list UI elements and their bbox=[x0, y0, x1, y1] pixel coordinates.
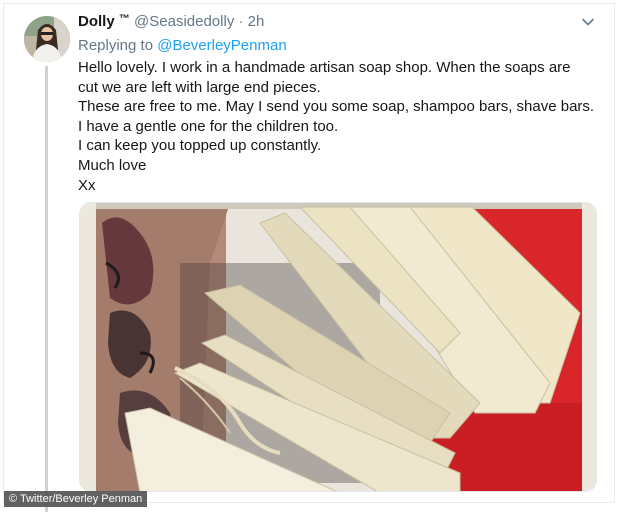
tweet-photo[interactable] bbox=[79, 202, 597, 492]
separator-dot: · bbox=[238, 13, 244, 30]
tweet-line: I have a gentle one for the children too… bbox=[78, 117, 339, 135]
tweet-line: Hello lovely. I work in a handmade artis… bbox=[78, 59, 571, 76]
avatar[interactable] bbox=[24, 16, 70, 62]
tweet-line: Much love bbox=[78, 156, 147, 174]
user-handle[interactable]: @Seasidedolly bbox=[134, 13, 234, 30]
avatar-photo bbox=[24, 16, 70, 62]
tweet-line: I can keep you topped up constantly. bbox=[78, 137, 322, 155]
replying-to-link[interactable]: @BeverleyPenman bbox=[157, 37, 286, 54]
trademark-symbol: ™ bbox=[118, 13, 130, 25]
replying-to-label: Replying to bbox=[78, 37, 154, 54]
replying-to: Replying to @BeverleyPenman bbox=[78, 37, 287, 54]
thread-line bbox=[45, 66, 48, 512]
tweet-line: Xx bbox=[78, 176, 96, 194]
soap-bars-image bbox=[80, 203, 596, 491]
photo-credit: © Twitter/Beverley Penman bbox=[4, 491, 148, 507]
tweet-timestamp[interactable]: 2h bbox=[248, 13, 265, 30]
tweet-line: cut we are left with large end pieces. bbox=[78, 78, 321, 96]
chevron-down-icon[interactable] bbox=[580, 14, 596, 30]
tweet-header: Dolly ™ @Seasidedolly · 2h bbox=[78, 13, 264, 30]
tweet-text: Hello lovely. I work in a handmade artis… bbox=[78, 58, 598, 195]
display-name[interactable]: Dolly bbox=[78, 13, 115, 30]
tweet-line: These are free to me. May I send you som… bbox=[78, 98, 595, 116]
